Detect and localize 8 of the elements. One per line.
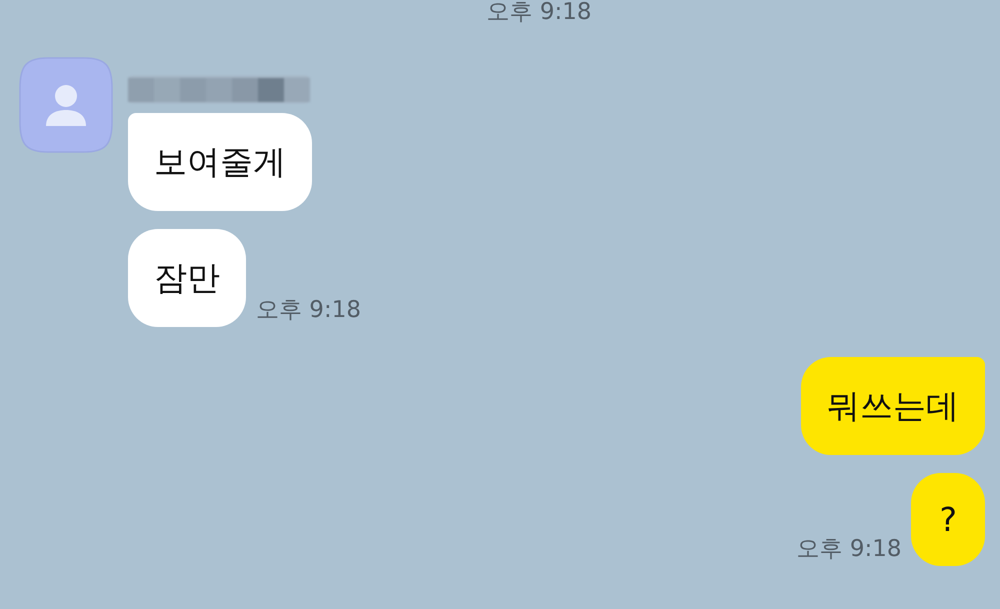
message-bubble: 뭐쓰는데 xyxy=(801,357,985,455)
timestamp: 오후 9:18 xyxy=(256,296,361,325)
timestamp: 오후 9:18 xyxy=(796,535,902,564)
message-bubble: 잠만 xyxy=(128,229,246,327)
message-bubble: ? xyxy=(911,473,985,566)
avatar-icon[interactable] xyxy=(18,56,114,154)
timestamp: 오후 9:18 xyxy=(486,0,592,24)
message-bubble: 보여줄게 xyxy=(128,113,312,211)
